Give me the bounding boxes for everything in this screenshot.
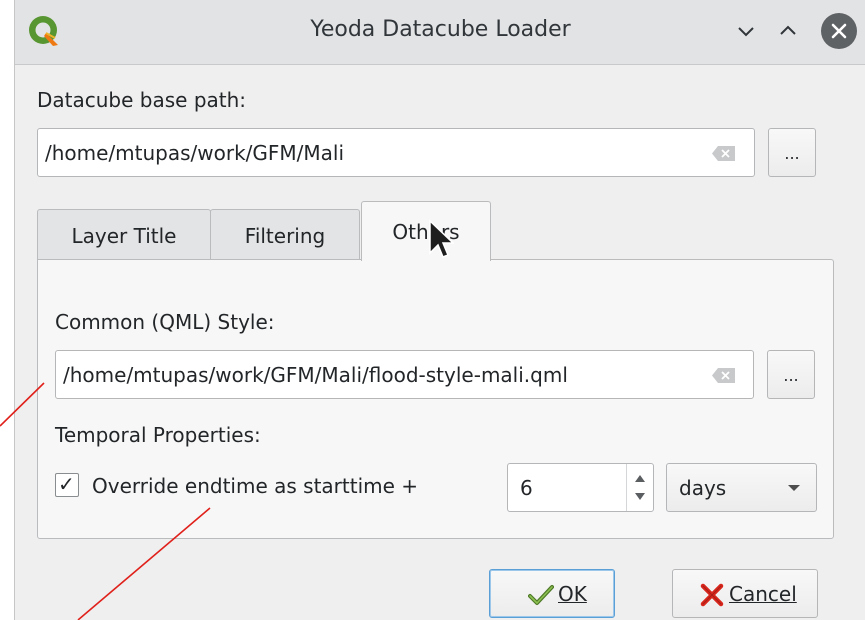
close-button[interactable] bbox=[821, 13, 857, 49]
tab-filtering[interactable]: Filtering bbox=[210, 209, 360, 260]
mouse-pointer-icon bbox=[429, 219, 454, 258]
tab-others[interactable]: Others bbox=[361, 201, 491, 261]
cancel-button[interactable]: Cancel bbox=[672, 569, 818, 618]
spin-up-down-icon bbox=[635, 475, 645, 500]
spin-arrows[interactable] bbox=[626, 464, 653, 511]
style-label: Common (QML) Style: bbox=[55, 310, 275, 334]
offset-unit-select[interactable]: days bbox=[666, 463, 817, 512]
base-path-label: Datacube base path: bbox=[37, 88, 247, 112]
style-browse-button[interactable]: ... bbox=[767, 350, 815, 399]
checkmark-icon: ✓ bbox=[58, 472, 75, 496]
chevron-down-icon bbox=[788, 485, 800, 491]
temporal-properties-label: Temporal Properties: bbox=[55, 423, 261, 447]
style-path-value: /home/mtupas/work/GFM/Mali/flood-style-m… bbox=[63, 363, 568, 387]
base-path-input[interactable]: /home/mtupas/work/GFM/Mali bbox=[37, 128, 755, 177]
title-bar[interactable]: Yeoda Datacube Loader bbox=[15, 0, 865, 65]
close-icon bbox=[831, 23, 847, 39]
ok-check-icon bbox=[528, 585, 554, 605]
maximize-chevron-icon[interactable] bbox=[773, 16, 803, 46]
tab-layer-title[interactable]: Layer Title bbox=[37, 209, 211, 260]
cancel-label: Cancel bbox=[729, 582, 797, 606]
ok-label: OK bbox=[558, 582, 587, 606]
minimize-chevron-icon[interactable] bbox=[731, 16, 761, 46]
override-endtime-label[interactable]: Override endtime as starttime + bbox=[92, 474, 418, 498]
style-path-input[interactable]: /home/mtupas/work/GFM/Mali/flood-style-m… bbox=[55, 350, 754, 399]
dialog-window: Yeoda Datacube Loader Datacube base path… bbox=[14, 0, 865, 620]
cancel-x-icon bbox=[700, 583, 724, 607]
base-path-browse-button[interactable]: ... bbox=[768, 128, 816, 177]
clear-text-icon[interactable] bbox=[711, 145, 737, 162]
clear-text-icon[interactable] bbox=[711, 367, 737, 384]
override-endtime-checkbox[interactable]: ✓ bbox=[55, 472, 79, 497]
offset-spinbox[interactable]: 6 bbox=[507, 463, 654, 512]
base-path-value: /home/mtupas/work/GFM/Mali bbox=[45, 141, 345, 165]
ok-button[interactable]: OK bbox=[489, 569, 615, 618]
offset-unit-value: days bbox=[679, 476, 727, 500]
offset-value: 6 bbox=[520, 476, 533, 500]
